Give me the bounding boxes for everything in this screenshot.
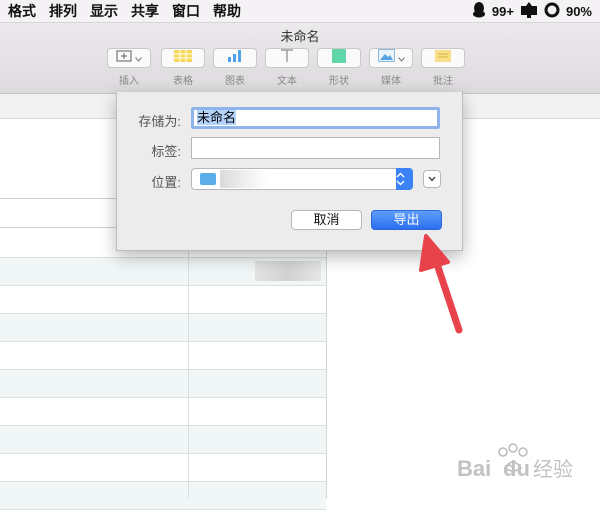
toolbar-label: 媒体: [381, 76, 401, 87]
menu-share[interactable]: 共享: [131, 0, 159, 22]
qq-penguin-icon[interactable]: [472, 1, 486, 21]
toolbar-label: 批注: [433, 76, 453, 87]
chevron-down-icon: [135, 49, 142, 67]
battery-ring-icon[interactable]: [544, 2, 560, 21]
shape-button[interactable]: [317, 48, 361, 68]
blurred-cell: [255, 261, 321, 281]
toolbar-table[interactable]: 表格: [161, 48, 205, 87]
toolbar-comment[interactable]: 批注: [421, 48, 465, 87]
folder-icon: [200, 173, 216, 185]
tags-input[interactable]: [191, 137, 440, 159]
insert-icon: [116, 49, 132, 67]
toolbar-insert[interactable]: 插入: [107, 48, 151, 87]
export-dialog: 存储为: 未命名 标签: 位置: 取消 导出: [116, 92, 463, 251]
menu-view[interactable]: 显示: [90, 0, 118, 22]
baidu-watermark-logo: Bai du 经验: [457, 443, 573, 481]
menu-bar: 格式 排列 显示 共享 窗口 帮助 99+ 90%: [0, 0, 600, 23]
comment-button[interactable]: [421, 48, 465, 68]
location-label: 位置:: [151, 175, 181, 190]
menu-arrange[interactable]: 排列: [49, 0, 77, 22]
table-row[interactable]: [0, 370, 326, 398]
table-row[interactable]: [0, 342, 326, 370]
notification-count: 99+: [491, 3, 514, 19]
battery-percent: 90%: [565, 3, 592, 19]
export-button[interactable]: 导出: [371, 210, 442, 230]
save-as-label: 存储为:: [138, 114, 181, 129]
toolbar-label: 插入: [119, 76, 139, 87]
table-row[interactable]: [0, 398, 326, 426]
media-button[interactable]: [369, 48, 413, 68]
toolbar-label: 文本: [277, 76, 297, 87]
chevron-down-icon: [428, 174, 436, 184]
toolbar-label: 形状: [329, 76, 349, 87]
chart-button[interactable]: [213, 48, 257, 68]
save-as-value: 未命名: [197, 110, 237, 125]
table-row[interactable]: [0, 314, 326, 342]
toolbar-text[interactable]: 文本: [265, 48, 309, 87]
menu-format[interactable]: 格式: [8, 0, 36, 22]
chevron-down-icon: [397, 49, 405, 67]
status-area: 99+ 90%: [472, 0, 592, 22]
toolbar-label: 图表: [225, 76, 245, 87]
table-row[interactable]: [0, 426, 326, 454]
text-icon: [280, 48, 294, 68]
document-title: 未命名: [280, 29, 320, 44]
media-icon: [377, 49, 395, 67]
menu-window[interactable]: 窗口: [172, 0, 200, 22]
select-arrows-icon: [396, 168, 413, 190]
svg-text:du: du: [503, 456, 530, 481]
table-row[interactable]: [0, 454, 326, 482]
table-button[interactable]: [161, 48, 205, 68]
svg-text:Bai: Bai: [457, 456, 491, 481]
comment-icon: [435, 49, 451, 67]
tags-label: 标签:: [151, 144, 181, 159]
cancel-button[interactable]: 取消: [291, 210, 362, 230]
expand-button[interactable]: [423, 170, 441, 188]
column-divider: [188, 230, 189, 499]
shape-icon: [332, 48, 346, 68]
toolbar-chart[interactable]: 图表: [213, 48, 257, 87]
svg-text:经验: 经验: [533, 457, 573, 481]
toolbar-media[interactable]: 媒体: [369, 48, 413, 87]
table-row[interactable]: [0, 286, 326, 314]
text-button[interactable]: [265, 48, 309, 68]
save-as-input[interactable]: 未命名: [191, 107, 440, 129]
notification-bell-icon[interactable]: [520, 1, 538, 21]
chart-icon: [227, 49, 243, 67]
blurred-path: [220, 170, 268, 188]
table-icon: [174, 49, 192, 67]
insert-button[interactable]: [107, 48, 151, 68]
toolbar-label: 表格: [173, 76, 193, 87]
table-row[interactable]: [0, 482, 326, 510]
location-select[interactable]: [191, 168, 413, 190]
window-titlebar: 未命名 插入 表格 图表 文本 形状 媒体 批注: [0, 23, 600, 94]
menu-help[interactable]: 帮助: [213, 0, 241, 22]
toolbar-shape[interactable]: 形状: [317, 48, 361, 87]
